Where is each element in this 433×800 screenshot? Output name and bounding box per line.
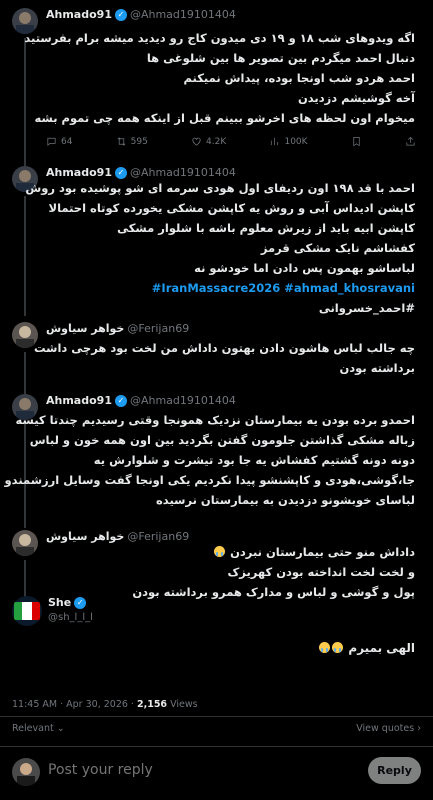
repost-icon (117, 137, 126, 146)
tweet-text: اگه ویدوهای شب ۱۸ و ۱۹ دی میدون کاج رو د… (24, 28, 415, 128)
like-count: 4.2K (206, 136, 227, 147)
action-bar: 64 595 4.2K 100K (46, 136, 416, 147)
tweet-header: خواهر سیاوش @Ferijan69 (46, 322, 189, 335)
tweet-line: #احمد_خسروانی (318, 301, 415, 315)
reply-input[interactable] (48, 762, 348, 778)
tweet-3[interactable]: خواهر سیاوش @Ferijan69 چه جالب لباس هاشو… (0, 322, 433, 394)
heart-icon (192, 137, 201, 146)
tweet-line: دنبال احمد میگردم بین تصویر ها بین شلوغی… (146, 51, 415, 65)
user-handle[interactable]: @Ahmad19101404 (130, 394, 236, 407)
tweet-line: کاپشن ابیه باید از زیرش معلوم باشه با شل… (117, 221, 415, 235)
share-icon (406, 136, 415, 146)
reply-button[interactable]: Reply (368, 757, 421, 784)
reply-composer: Reply (0, 748, 433, 800)
tweet-line-text: داداش منو حتی بیمارستان نبردن (230, 545, 415, 559)
display-name[interactable]: She (48, 596, 71, 609)
tweet-line: لباساشو بهمون پس دادن اما خودشو نه (194, 261, 415, 275)
user-handle[interactable]: @Ferijan69 (127, 322, 189, 335)
tweet-line-text: الهی بمیرم (348, 641, 415, 655)
divider (0, 716, 433, 717)
tweet-header: Ahmado91 ✓ @Ahmad19101404 (46, 394, 236, 407)
tweet-text: چه جالب لباس هاشون دادن بهتون داداش من ل… (33, 338, 415, 378)
tweet-line: احمدو برده بودن یه بیمارستان نزدیک همونج… (15, 413, 415, 427)
hashtag-links[interactable]: #IranMassacre2026 #ahmad_khosravani (46, 278, 415, 298)
tweet-line: احمد هردو شب اونجا بوده، پیداش نمیکنم (183, 71, 415, 85)
tweet-line: آخه گوشیشم دزدیدن (297, 91, 415, 105)
tweet-meta: 11:45 AM · Apr 30, 2026 · 2,156 Views (12, 699, 198, 710)
views-action[interactable]: 100K (269, 136, 308, 147)
like-action[interactable]: 4.2K (191, 136, 226, 147)
tweet-line: چه جالب لباس هاشون دادن بهتون داداش من ل… (33, 341, 415, 355)
bookmark-icon (353, 137, 360, 147)
verified-icon: ✓ (74, 596, 87, 609)
current-user-avatar[interactable] (12, 758, 40, 786)
tweet-1[interactable]: Ahmado91 ✓ @Ahmad19101404 اگه ویدوهای شب… (0, 8, 433, 166)
tweet-line: داداش منو حتی بیمارستان نبردن (46, 542, 415, 562)
verified-icon: ✓ (114, 8, 127, 21)
avatar[interactable] (12, 596, 42, 626)
tweet-line: برداشته بودن (339, 361, 415, 375)
tweet-line: و لخت لخت انداخته بودن کهریزک (227, 565, 415, 579)
tweet-header: Ahmado91 ✓ @Ahmad19101404 (46, 8, 236, 21)
tweet-line: احمد با قد ۱۹۸ اون ردیفای اول هودی سرمه … (25, 181, 415, 195)
crying-face-icon (319, 642, 331, 653)
tweet-text: داداش منو حتی بیمارستان نبردن و لخت لخت … (46, 542, 415, 602)
tweet-line: الهی بمیرم (46, 638, 415, 658)
bar-chart-icon (271, 137, 279, 146)
crying-face-icon (332, 642, 344, 653)
tweet-line: اگه ویدوهای شب ۱۸ و ۱۹ دی میدون کاج رو د… (24, 31, 415, 45)
tweet-4[interactable]: Ahmado91 ✓ @Ahmad19101404 احمدو برده بود… (0, 394, 433, 528)
tweet-2[interactable]: Ahmado91 ✓ @Ahmad19101404 احمد با قد ۱۹۸… (0, 166, 433, 316)
tweet-header: She ✓ (48, 596, 87, 609)
tweet-text: الهی بمیرم (46, 638, 415, 658)
divider (0, 746, 433, 747)
tweet-line: جا،گوشی،هودی و کاپشنشو پیدا نکردیم یکی ا… (4, 473, 415, 487)
sort-relevant-dropdown[interactable]: Relevant ⌄ (12, 723, 65, 734)
tweet-text: احمد با قد ۱۹۸ اون ردیفای اول هودی سرمه … (25, 178, 415, 318)
tweet-line: کفشاشم نایک مشکی قرمز (260, 241, 415, 255)
tweet-line: زباله مشکی گذاشتن جلومون گفتن بگردید بین… (29, 433, 415, 447)
tweet-line: کاپشن ادیداس آبی و روش یه کاپشن مشکی یخو… (48, 201, 415, 215)
display-name[interactable]: Ahmado91 (46, 394, 112, 407)
repost-count: 595 (130, 136, 148, 147)
timestamp[interactable]: 11:45 AM · Apr 30, 2026 · (12, 699, 137, 710)
crying-face-icon (214, 546, 226, 557)
thread-line (24, 196, 26, 316)
replies-sort-row: Relevant ⌄ View quotes › (12, 723, 421, 734)
reply-icon (47, 137, 56, 146)
verified-icon: ✓ (114, 394, 127, 407)
share-action[interactable] (405, 136, 416, 147)
avatar-image (12, 596, 42, 626)
bookmark-action[interactable] (351, 136, 362, 147)
views-count: 100K (284, 136, 308, 147)
display-name[interactable]: Ahmado91 (46, 8, 112, 21)
tweet-line: میخوام اون لحظه های اخرشو ببینم قبل از ا… (34, 111, 415, 125)
user-handle[interactable]: @Ahmad19101404 (130, 8, 236, 21)
tweet-line: دونه دونه گشتیم کفشاش یه جا بود تیشرت و … (93, 453, 415, 467)
user-handle[interactable]: @sh_l_l_l (48, 612, 93, 623)
main-tweet[interactable]: She ✓ @sh_l_l_l الهی بمیرم (0, 596, 433, 696)
avatar-image (12, 758, 40, 786)
views-label: Views (167, 699, 198, 710)
views-count: 2,156 (136, 699, 168, 710)
tweet-line: لباسای خوبشونو دزدیدن به بیمارستان نرسید… (156, 493, 415, 507)
reply-action[interactable]: 64 (46, 136, 72, 147)
thread-line (24, 352, 26, 394)
view-quotes-link[interactable]: View quotes › (356, 723, 421, 734)
reply-count: 64 (61, 136, 73, 147)
avatar-image (12, 530, 38, 556)
repost-action[interactable]: 595 (116, 136, 148, 147)
tweet-text: احمدو برده بودن یه بیمارستان نزدیک همونج… (4, 410, 415, 510)
thread-line (24, 38, 26, 166)
avatar[interactable] (12, 530, 38, 556)
display-name[interactable]: خواهر سیاوش (46, 322, 124, 335)
verified-icon: ✓ (114, 166, 127, 179)
